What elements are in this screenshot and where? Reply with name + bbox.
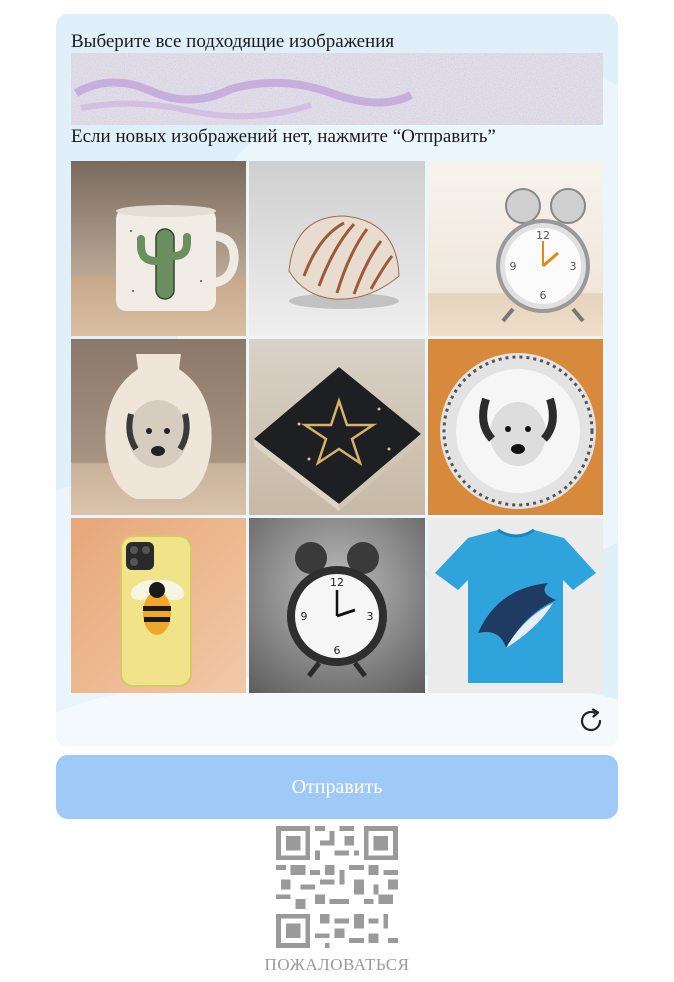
svg-text:9: 9 <box>301 610 308 623</box>
qr-code <box>276 826 398 948</box>
refresh-button[interactable] <box>578 708 604 734</box>
captcha-subinstruction: Если новых изображений нет, нажмите “Отп… <box>71 126 496 147</box>
alarm-clock-black-icon: 12 3 6 9 <box>249 518 425 693</box>
seashell-icon <box>249 161 425 336</box>
refresh-icon <box>580 708 602 732</box>
dog-plate-icon <box>428 339 603 515</box>
bee-phone-case-icon <box>71 518 246 693</box>
svg-text:12: 12 <box>330 576 344 589</box>
tile-seashell[interactable] <box>249 161 425 336</box>
tile-bee-phone-case[interactable] <box>71 518 246 693</box>
svg-text:9: 9 <box>510 260 517 273</box>
tile-dog-plate[interactable] <box>428 339 603 515</box>
svg-text:12: 12 <box>536 229 550 242</box>
tile-dog-vase[interactable] <box>71 339 246 515</box>
submit-button[interactable]: Отправить <box>56 755 618 819</box>
captcha-instruction: Выберите все подходящие изображения <box>71 31 395 52</box>
tile-star-notebook[interactable] <box>249 339 425 515</box>
star-notebook-icon <box>249 339 425 515</box>
svg-text:6: 6 <box>334 644 341 657</box>
tile-alarm-clock-white[interactable]: 12 3 6 9 <box>428 161 603 336</box>
svg-text:3: 3 <box>570 260 577 273</box>
image-grid: 12 3 6 9 12 3 6 9 <box>71 161 603 693</box>
qr-code-icon <box>276 826 398 948</box>
distorted-target-image <box>71 53 603 125</box>
svg-text:3: 3 <box>367 610 374 623</box>
tile-dolphin-tshirt[interactable] <box>428 518 603 693</box>
dolphin-tshirt-icon <box>428 518 603 693</box>
svg-text:6: 6 <box>540 289 547 302</box>
alarm-clock-white-icon: 12 3 6 9 <box>428 161 603 336</box>
report-link[interactable]: ПОЖАЛОВАТЬСЯ <box>0 955 674 975</box>
tile-cactus-mug[interactable] <box>71 161 246 336</box>
dog-vase-icon <box>71 339 246 515</box>
captcha-card: Выберите все подходящие изображения Если… <box>56 14 618 746</box>
cactus-mug-icon <box>71 161 246 336</box>
tile-alarm-clock-black[interactable]: 12 3 6 9 <box>249 518 425 693</box>
